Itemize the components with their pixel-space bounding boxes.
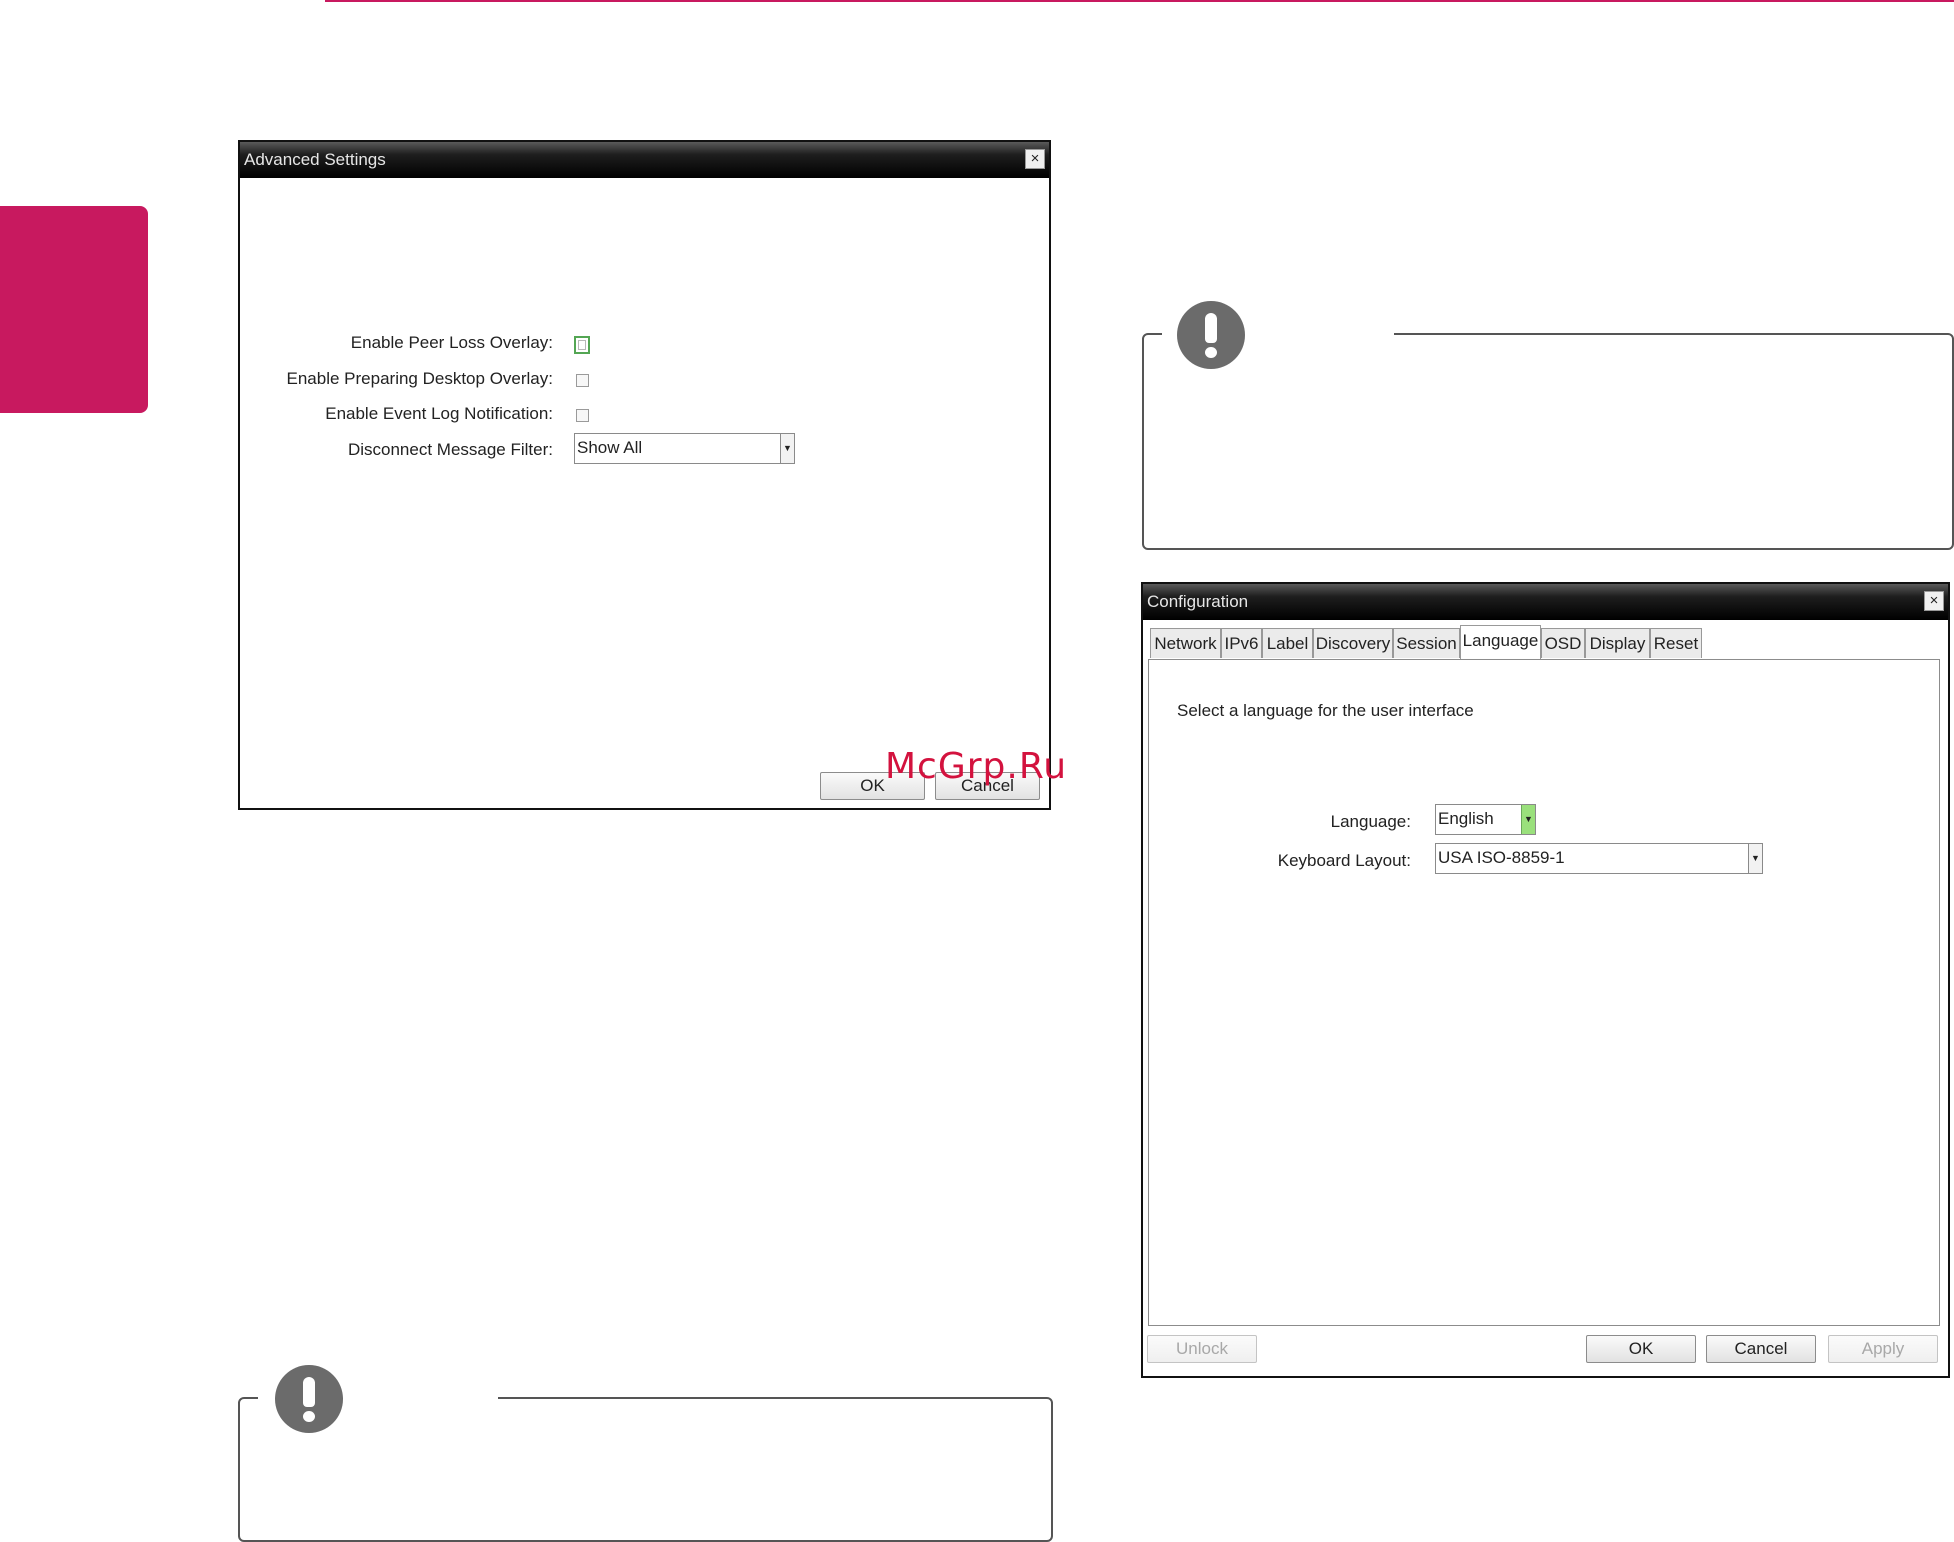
preparing-desktop-overlay-checkbox[interactable]: [576, 374, 589, 387]
unlock-button[interactable]: Unlock: [1147, 1335, 1257, 1363]
chevron-down-icon[interactable]: ▼: [1748, 844, 1762, 873]
tab-discovery[interactable]: Discovery: [1313, 628, 1393, 658]
ok-button[interactable]: OK: [1586, 1335, 1696, 1363]
dialog-title: Advanced Settings: [244, 150, 386, 169]
watermark-text: McGrp.Ru: [885, 746, 1068, 787]
exclamation-note-icon: [1177, 301, 1245, 369]
close-icon[interactable]: ×: [1924, 591, 1944, 611]
tab-display[interactable]: Display: [1585, 628, 1650, 658]
tab-network[interactable]: Network: [1150, 628, 1221, 658]
advanced-settings-titlebar: Advanced Settings ×: [240, 142, 1049, 178]
peer-loss-overlay-checkbox[interactable]: [574, 336, 590, 354]
chevron-down-icon[interactable]: ▼: [780, 434, 794, 463]
advanced-settings-dialog: Advanced Settings × Enable Peer Loss Ove…: [238, 140, 1051, 810]
configuration-titlebar: Configuration ×: [1143, 584, 1948, 620]
disconnect-message-filter-select[interactable]: Show All ▼: [574, 433, 795, 464]
event-log-notification-label: Enable Event Log Notification:: [325, 404, 553, 423]
preparing-desktop-overlay-label: Enable Preparing Desktop Overlay:: [286, 369, 553, 388]
chevron-down-icon[interactable]: ▼: [1521, 805, 1535, 834]
panel-description: Select a language for the user interface: [1177, 701, 1474, 720]
language-label: Language:: [1330, 812, 1411, 831]
filter-value: Show All: [577, 438, 643, 457]
event-log-notification-checkbox[interactable]: [576, 409, 589, 422]
peer-loss-overlay-label: Enable Peer Loss Overlay:: [350, 333, 553, 352]
tab-label[interactable]: Label: [1262, 628, 1313, 658]
exclamation-note-icon: [275, 1365, 343, 1433]
note-box-top: [1142, 333, 1954, 550]
cancel-button[interactable]: Cancel: [1706, 1335, 1816, 1363]
tab-language[interactable]: Language: [1460, 625, 1541, 661]
language-select[interactable]: English ▼: [1435, 804, 1536, 835]
tab-osd[interactable]: OSD: [1541, 628, 1585, 658]
keyboard-layout-label: Keyboard Layout:: [1277, 851, 1411, 870]
keyboard-layout-value: USA ISO-8859-1: [1438, 848, 1565, 867]
dialog-title: Configuration: [1147, 592, 1249, 611]
tab-session[interactable]: Session: [1393, 628, 1460, 658]
close-icon[interactable]: ×: [1025, 149, 1045, 169]
language-panel: [1148, 659, 1940, 1326]
note-box-bottom: [238, 1397, 1053, 1542]
apply-button[interactable]: Apply: [1828, 1335, 1938, 1363]
disconnect-message-filter-label: Disconnect Message Filter:: [347, 440, 553, 459]
header-accent-rule: [325, 0, 1954, 2]
tab-ipv6[interactable]: IPv6: [1221, 628, 1262, 658]
language-value: English: [1438, 809, 1494, 828]
chapter-side-tab: [0, 206, 148, 413]
keyboard-layout-select[interactable]: USA ISO-8859-1 ▼: [1435, 843, 1763, 874]
tab-reset[interactable]: Reset: [1650, 628, 1702, 658]
